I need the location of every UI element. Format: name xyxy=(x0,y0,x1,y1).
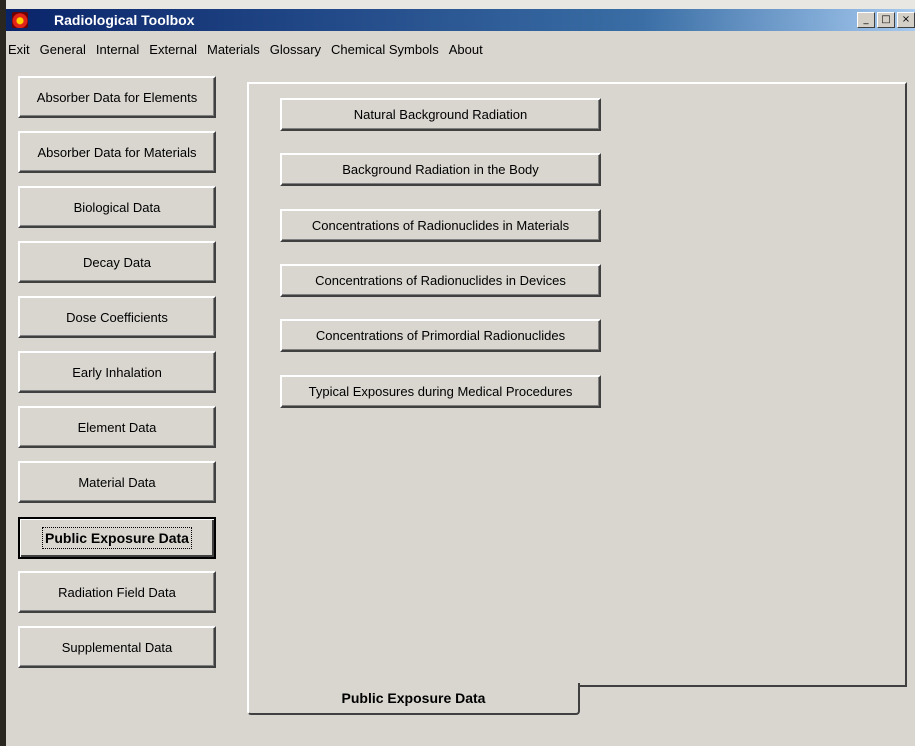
sidebar-button-decay-data[interactable]: Decay Data xyxy=(18,241,216,283)
sidebar-button-label: Biological Data xyxy=(73,199,161,215)
sidebar-button-element-data[interactable]: Element Data xyxy=(18,406,216,448)
panel-button-label: Natural Background Radiation xyxy=(353,107,528,122)
menu-internal[interactable]: Internal xyxy=(92,42,143,62)
radionuclides-devices-button[interactable]: Concentrations of Radionuclides in Devic… xyxy=(280,264,601,297)
sidebar-button-biological-data[interactable]: Biological Data xyxy=(18,186,216,228)
panel-button-label: Background Radiation in the Body xyxy=(342,162,539,177)
sidebar-button-absorber-materials[interactable]: Absorber Data for Materials xyxy=(18,131,216,173)
maximize-button[interactable]: □ xyxy=(877,12,895,28)
menu-general[interactable]: General xyxy=(36,42,90,62)
sidebar-button-label: Decay Data xyxy=(83,254,151,270)
menu-external[interactable]: External xyxy=(145,42,201,62)
sidebar-button-radiation-field-data[interactable]: Radiation Field Data xyxy=(18,571,216,613)
menu-glossary[interactable]: Glossary xyxy=(266,42,325,62)
window-controls: _ □ × xyxy=(857,12,915,28)
natural-background-radiation-button[interactable]: Natural Background Radiation xyxy=(280,98,601,131)
primordial-radionuclides-button[interactable]: Concentrations of Primordial Radionuclid… xyxy=(280,319,601,352)
sidebar-button-material-data[interactable]: Material Data xyxy=(18,461,216,503)
panel-button-label: Concentrations of Primordial Radionuclid… xyxy=(315,328,566,343)
sidebar-button-label: Element Data xyxy=(77,419,157,435)
sidebar-button-label: Radiation Field Data xyxy=(58,584,176,600)
sidebar-button-label: Material Data xyxy=(78,474,156,490)
menu-about[interactable]: About xyxy=(445,42,487,62)
menu-exit[interactable]: Exit xyxy=(6,42,34,62)
close-button[interactable]: × xyxy=(897,12,915,28)
panel-button-label: Typical Exposures during Medical Procedu… xyxy=(308,384,573,399)
sidebar-button-absorber-elements[interactable]: Absorber Data for Elements xyxy=(18,76,216,118)
sidebar-button-label: Supplemental Data xyxy=(61,639,173,655)
desktop-background-top xyxy=(0,0,915,9)
window-title: Radiological Toolbox xyxy=(54,12,195,28)
sidebar-button-label: Absorber Data for Elements xyxy=(36,89,198,105)
sidebar-button-public-exposure-data[interactable]: Public Exposure Data xyxy=(18,517,216,559)
radionuclides-materials-button[interactable]: Concentrations of Radionuclides in Mater… xyxy=(280,209,601,242)
panel-button-label: Concentrations of Radionuclides in Mater… xyxy=(311,218,570,233)
tab-label: Public Exposure Data xyxy=(341,690,486,706)
menu-bar: Exit General Internal External Materials… xyxy=(6,42,489,62)
menu-chemical-symbols[interactable]: Chemical Symbols xyxy=(327,42,443,62)
sidebar-button-supplemental-data[interactable]: Supplemental Data xyxy=(18,626,216,668)
background-radiation-body-button[interactable]: Background Radiation in the Body xyxy=(280,153,601,186)
tab-public-exposure-data[interactable]: Public Exposure Data xyxy=(247,683,580,715)
minimize-button[interactable]: _ xyxy=(857,12,875,28)
sidebar-button-dose-coefficients[interactable]: Dose Coefficients xyxy=(18,296,216,338)
sidebar-button-early-inhalation[interactable]: Early Inhalation xyxy=(18,351,216,393)
title-bar[interactable]: Radiological Toolbox _ □ × xyxy=(6,9,915,31)
sidebar-button-label: Absorber Data for Materials xyxy=(37,144,197,160)
medical-procedures-exposures-button[interactable]: Typical Exposures during Medical Procedu… xyxy=(280,375,601,408)
menu-materials[interactable]: Materials xyxy=(203,42,264,62)
sidebar-button-label: Public Exposure Data xyxy=(42,527,192,549)
sidebar-button-label: Dose Coefficients xyxy=(66,309,168,325)
radiation-app-icon[interactable] xyxy=(12,12,28,28)
sidebar-button-label: Early Inhalation xyxy=(72,364,162,380)
panel-button-label: Concentrations of Radionuclides in Devic… xyxy=(315,273,566,288)
